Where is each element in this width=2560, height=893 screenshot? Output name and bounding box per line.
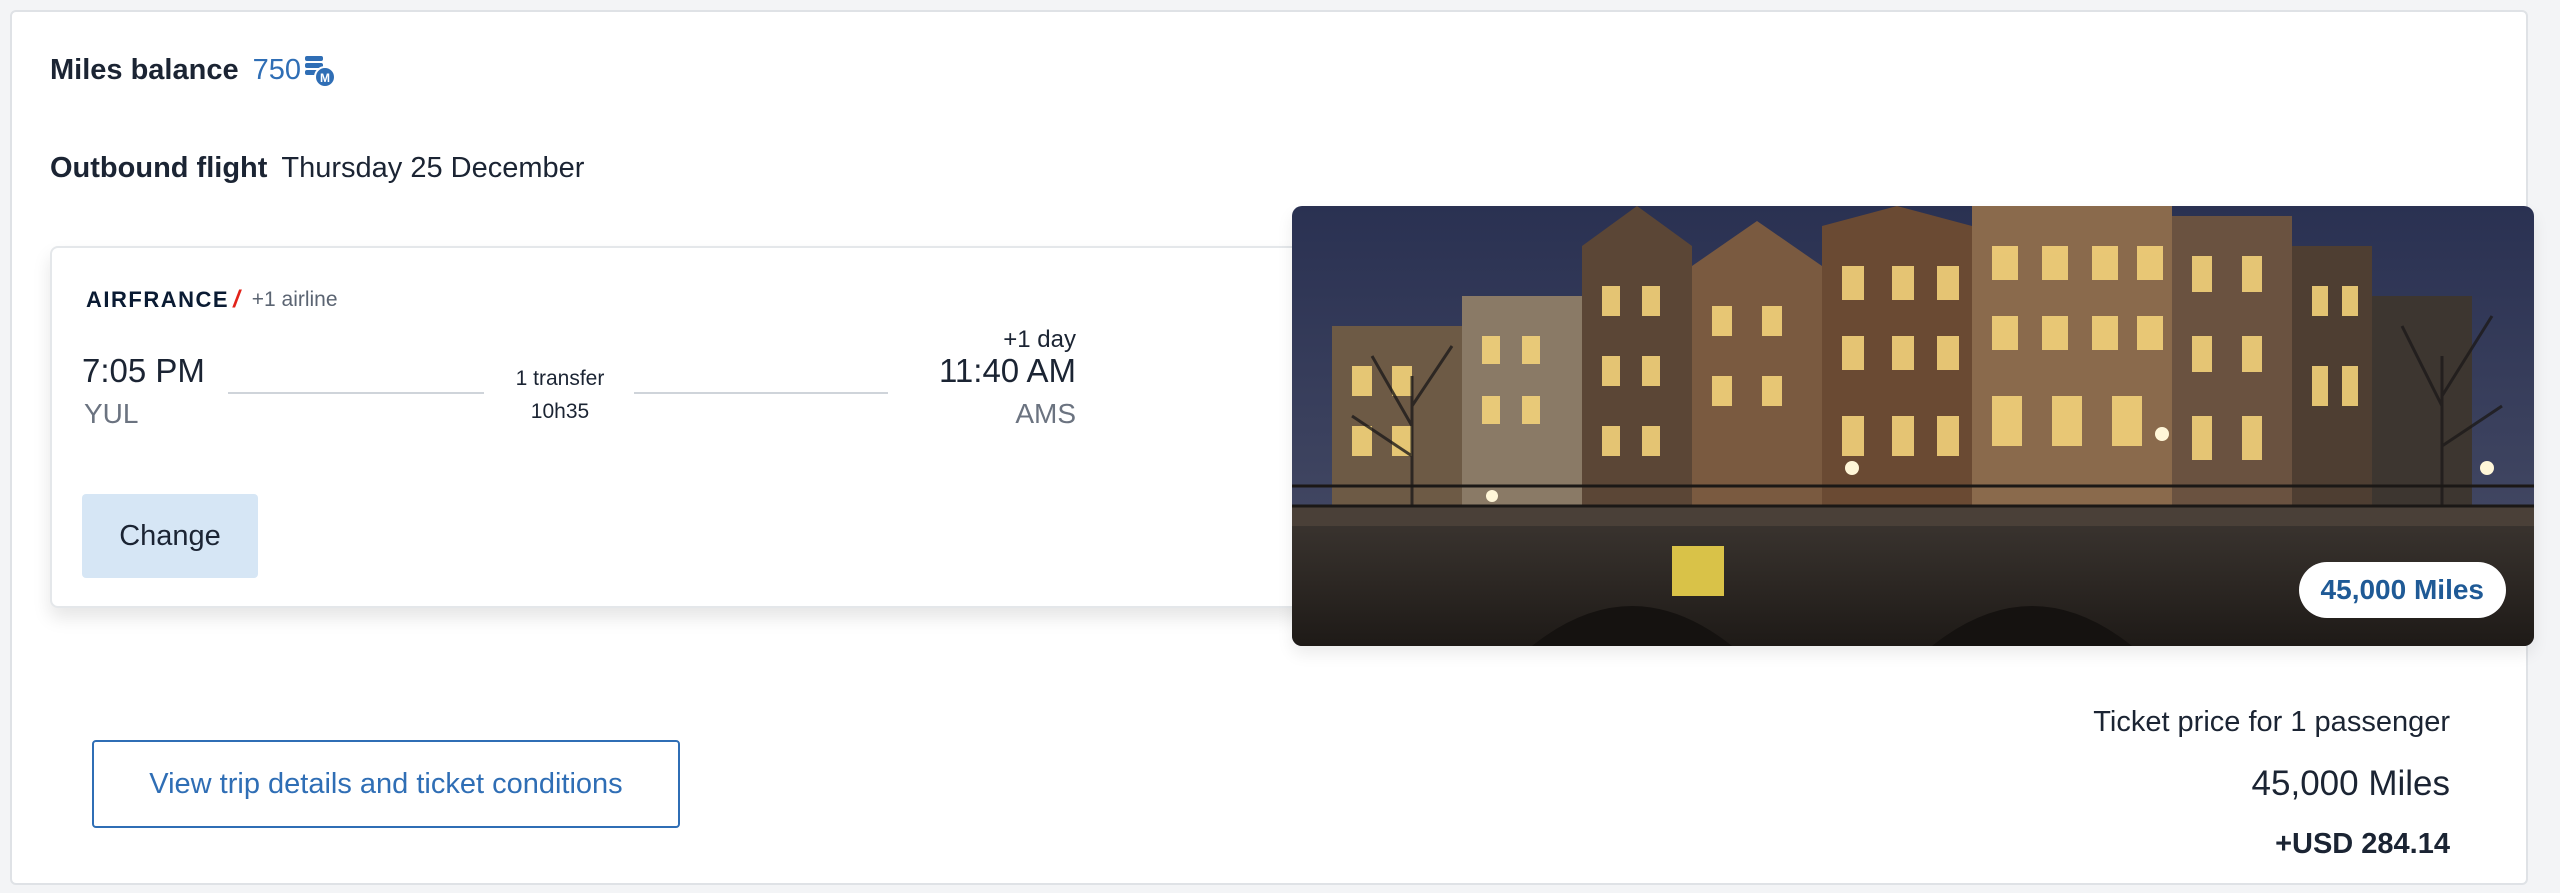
outbound-heading: Outbound flight Thursday 25 December [50,152,584,185]
departure-airport: YUL [84,398,139,429]
transfer-info: 1 transfer 10h35 [488,362,632,428]
transfer-count: 1 transfer [515,367,605,390]
svg-text:M: M [320,71,330,85]
outbound-label: Outbound flight [50,152,268,184]
ticket-price-label: Ticket price for 1 passenger [2093,706,2450,738]
destination-image: 45,000 Miles [1292,206,2534,646]
outbound-date: Thursday 25 December [281,152,585,184]
miles-coins-icon: M [303,52,337,88]
ticket-price-miles: 45,000 Miles [2251,764,2450,803]
flight-card: AIRFRANCE / +1 airline 7:05 PM YUL 1 tra… [50,246,1324,608]
departure-time: 7:05 PM [82,352,205,389]
extra-airlines: +1 airline [251,288,338,311]
change-button[interactable]: Change [82,494,258,578]
miles-balance: Miles balance 750 M [50,52,337,88]
route-line-left [228,392,484,394]
day-offset: +1 day [1003,326,1076,353]
ticket-price-usd: +USD 284.14 [2275,828,2450,860]
airline-logo: AIRFRANCE [86,287,230,312]
miles-balance-value: 750 [252,53,301,86]
arrival-airport: AMS [1015,398,1076,429]
image-miles-badge: 45,000 Miles [2298,562,2506,618]
arrival-time: 11:40 AM [939,352,1076,389]
airline-logo-mark-icon: / [233,286,240,313]
miles-balance-label: Miles balance [50,53,239,86]
view-trip-details-button[interactable]: View trip details and ticket conditions [92,740,680,828]
flight-duration: 10h35 [530,400,590,423]
airline-row: AIRFRANCE / +1 airline [86,286,338,314]
flight-summary-panel: Miles balance 750 M Outbound flight Thur… [10,10,2534,885]
route-line-right [634,392,888,394]
